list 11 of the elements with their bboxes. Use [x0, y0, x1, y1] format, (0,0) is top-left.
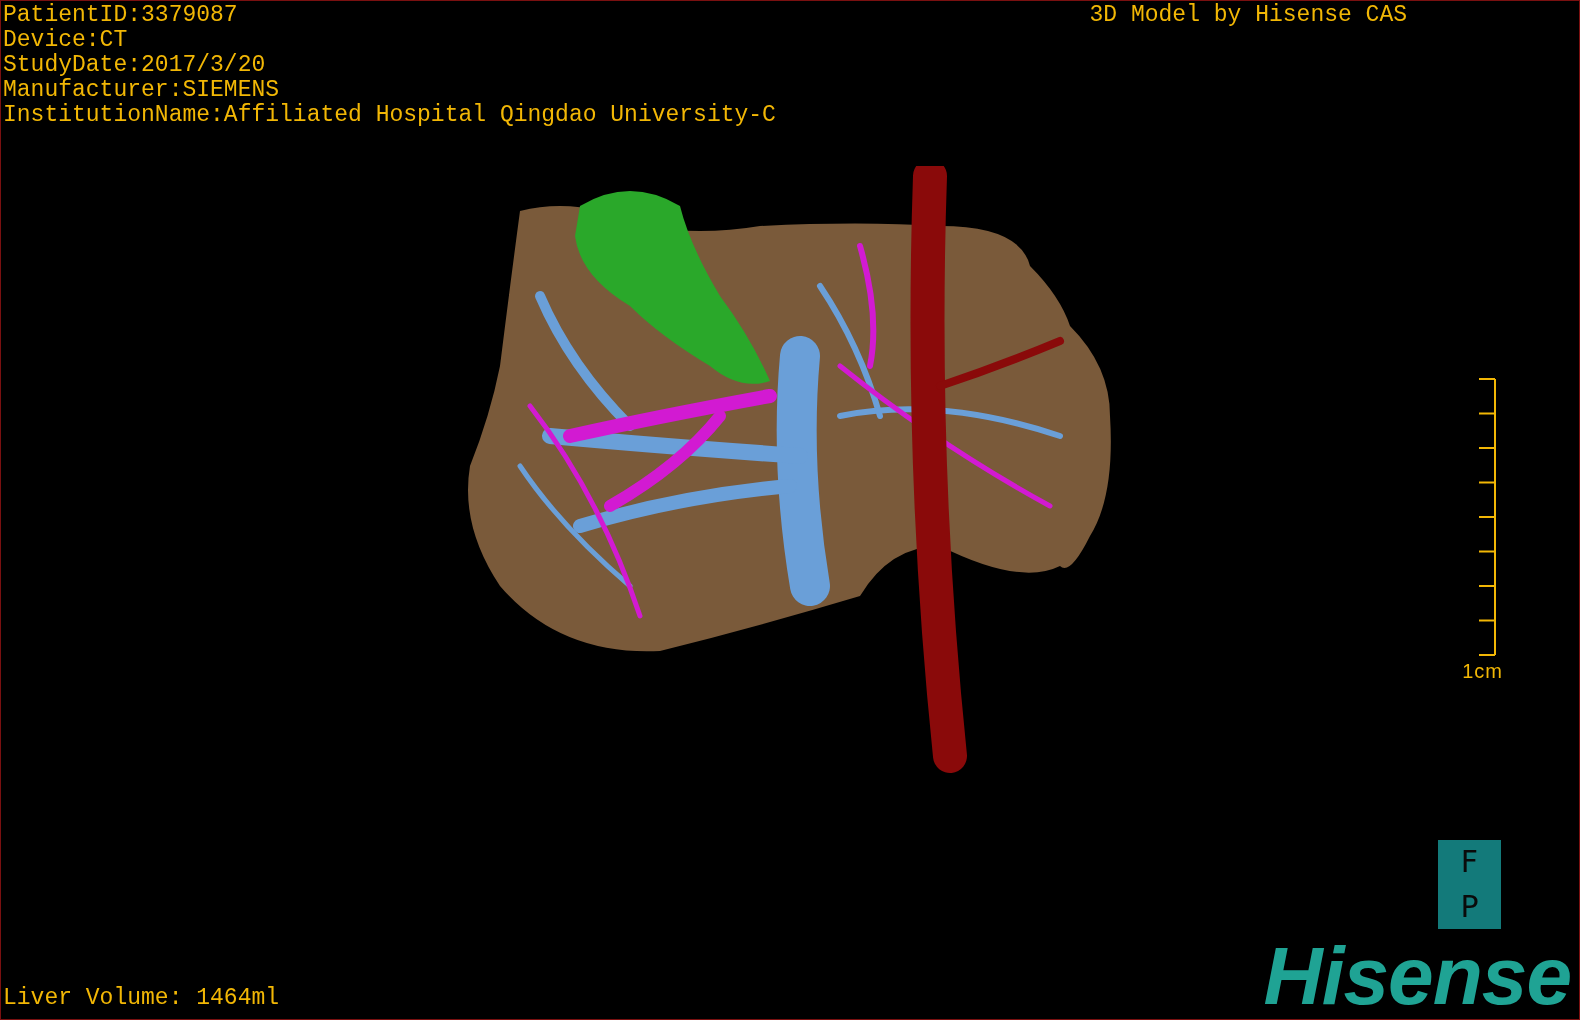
logo: Hisense	[1263, 941, 1571, 1011]
scale-label: 1cm	[1462, 660, 1503, 683]
orientation-letter: P	[1460, 891, 1479, 922]
info-line: PatientID:3379087	[3, 3, 239, 28]
orientation-letter: F	[1460, 847, 1479, 878]
info-line: InstitutionName:Affiliated Hospital Qingdao University-C	[3, 103, 776, 128]
liver-volume: Liver Volume: 1464ml	[3, 986, 280, 1011]
info-line: Manufacturer:SIEMENS	[3, 78, 281, 103]
info-line: StudyDate:2017/3/20	[3, 53, 267, 78]
viewer-title: 3D Model by Hisense CAS	[1089, 3, 1407, 28]
info-line: Device:CT	[3, 28, 129, 53]
